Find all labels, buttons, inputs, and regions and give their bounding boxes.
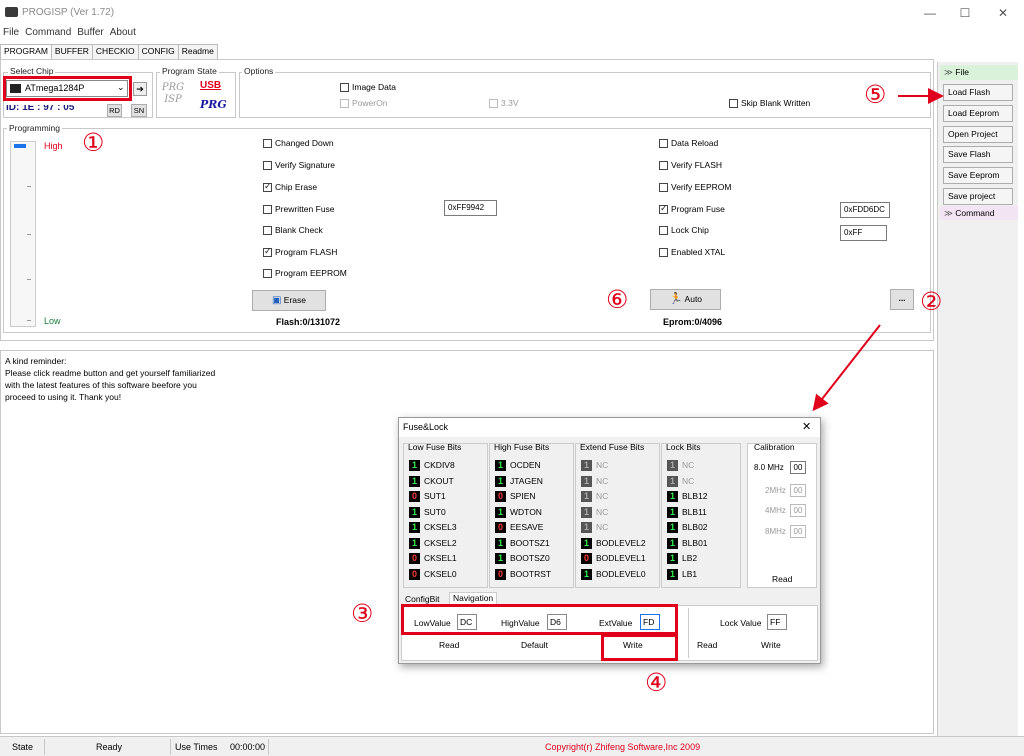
status-state-label: State [12,742,34,752]
copyright: Copyright(r) Zhifeng Software,Inc 2009 [545,742,701,752]
arrow-to-dialog [812,324,881,412]
use-times-value: 00:00:00 [230,742,266,752]
divider [170,739,171,755]
divider [44,739,45,755]
annotation-arrows [812,88,944,412]
divider [268,739,269,755]
status-ready: Ready [96,742,123,752]
status-bar: State Ready Use Times 00:00:00 Copyright… [0,736,1024,756]
use-times-label: Use Times [175,742,218,752]
